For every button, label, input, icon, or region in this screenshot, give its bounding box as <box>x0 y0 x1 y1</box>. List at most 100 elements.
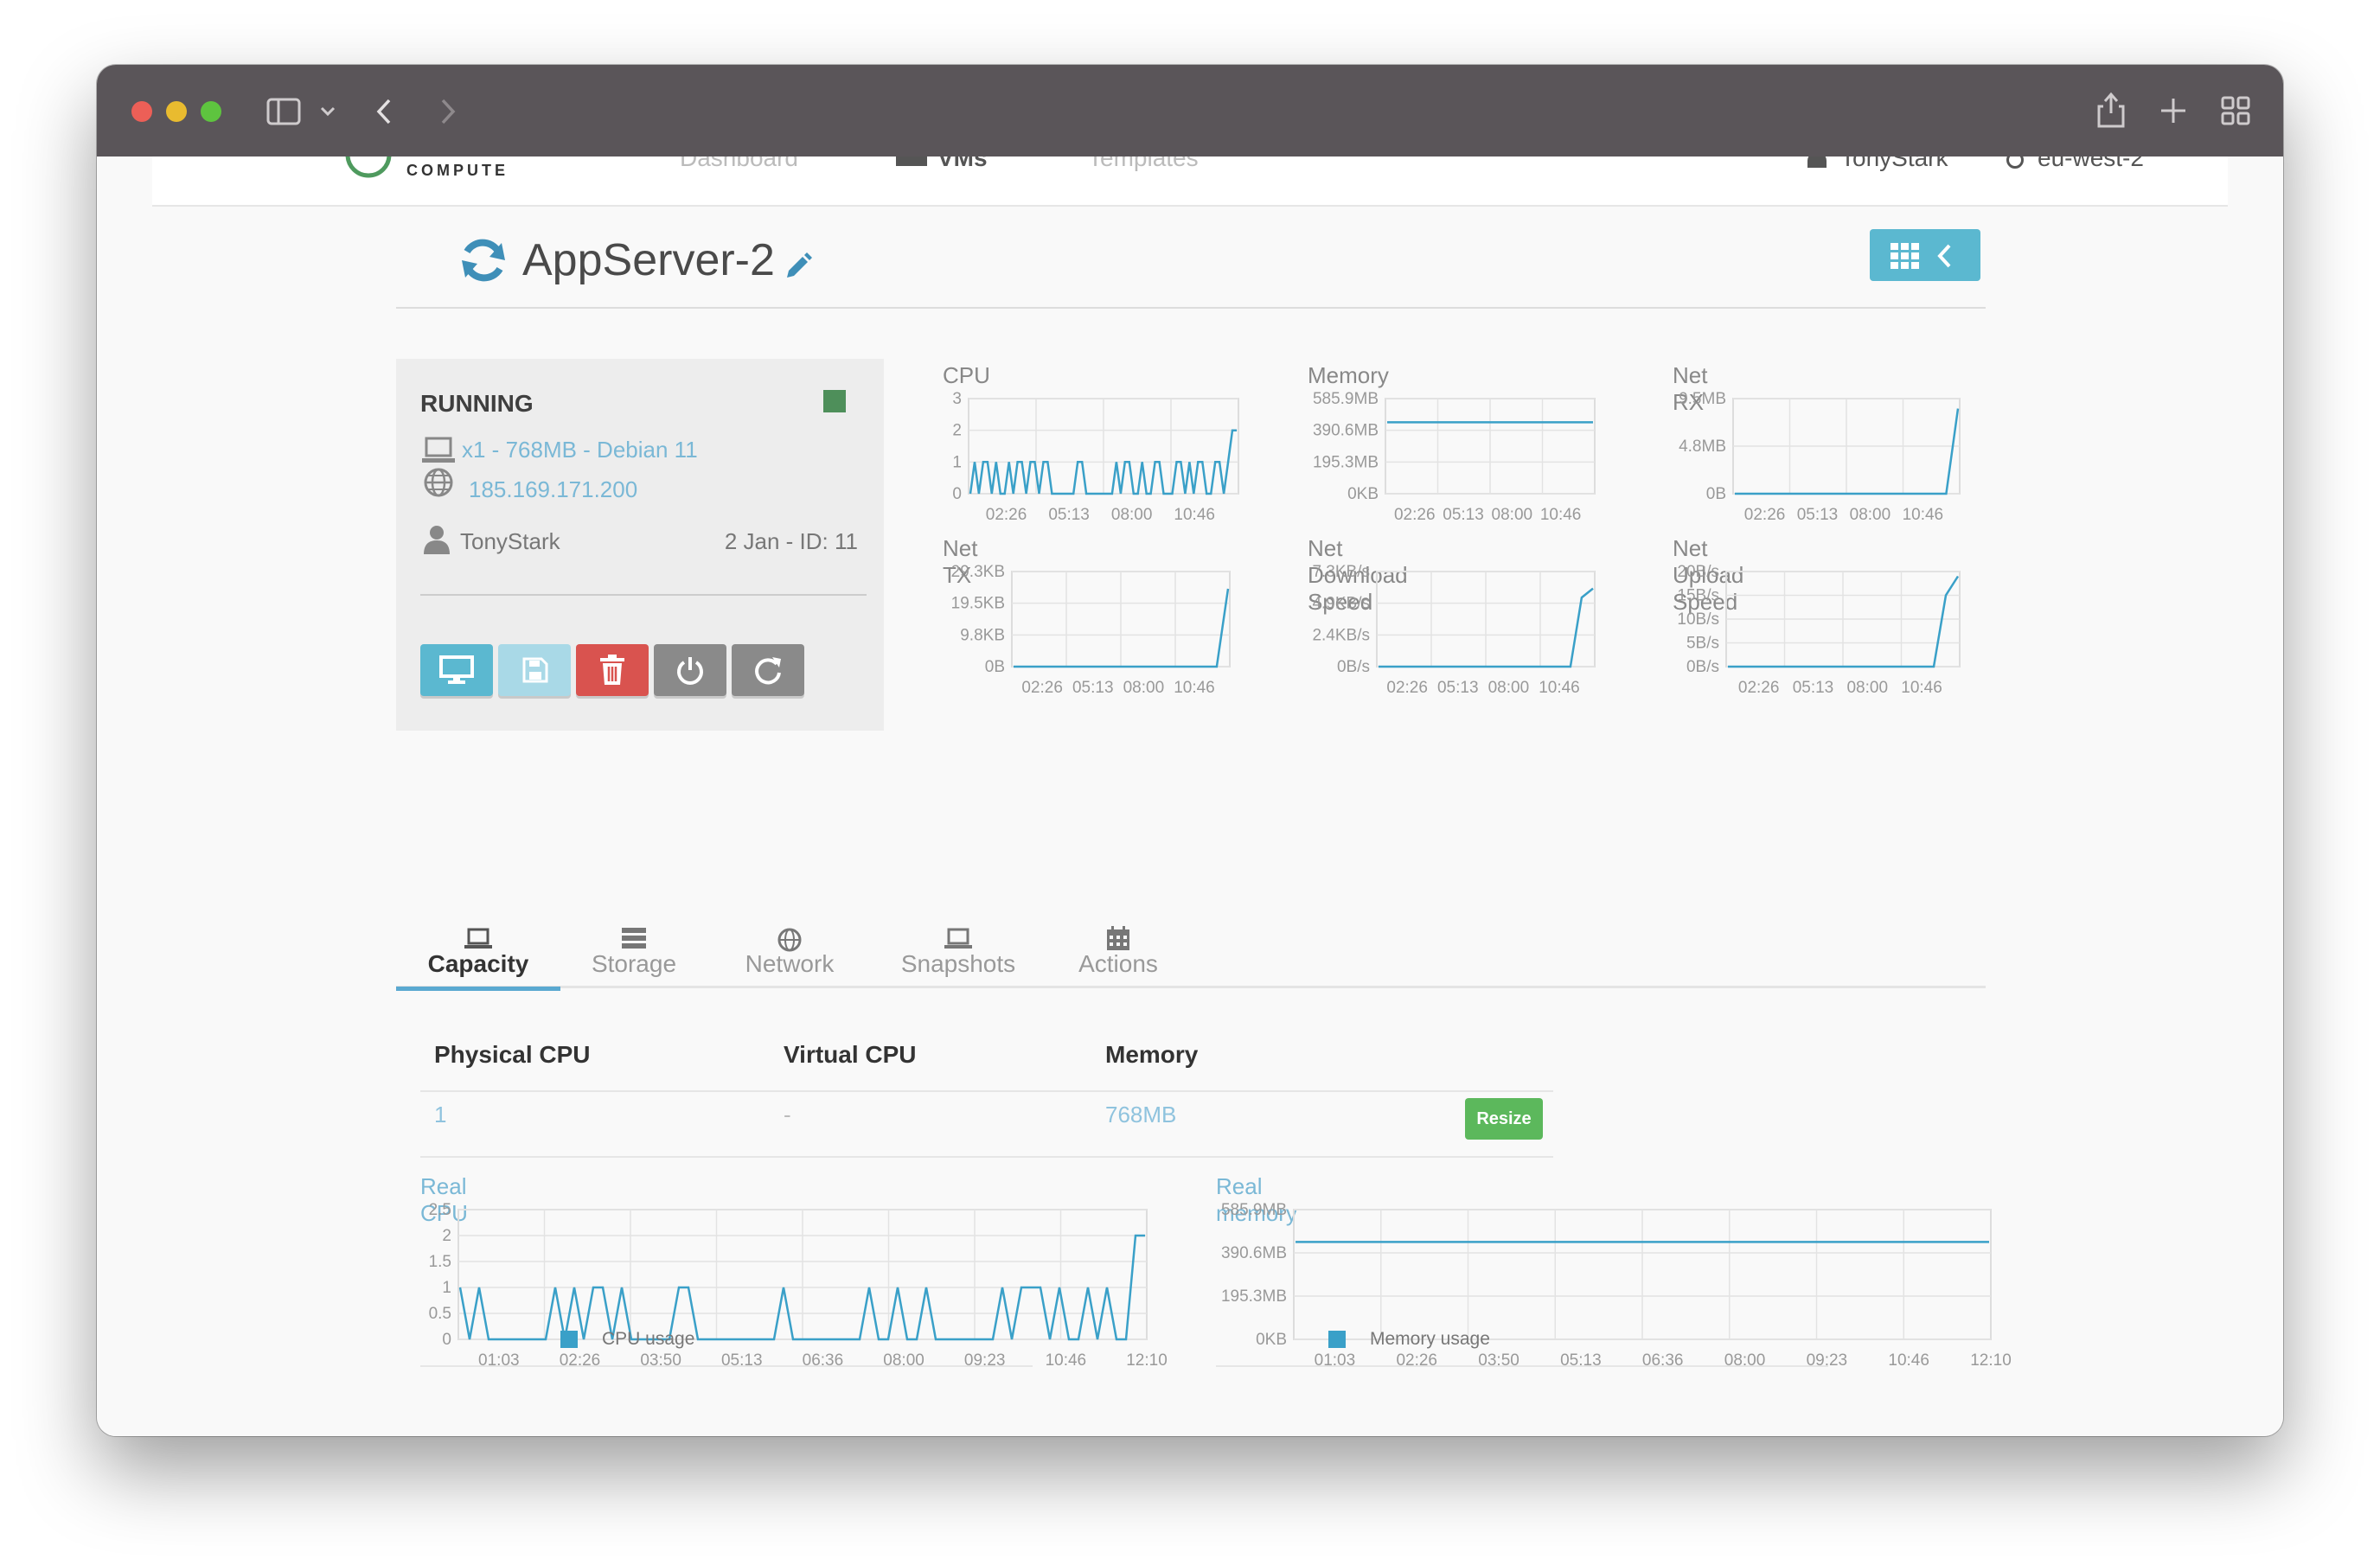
vm-ip-link[interactable]: 185.169.171.200 <box>469 476 637 503</box>
y-tick-label: 195.3MB <box>1313 453 1379 471</box>
y-tick-label: 0B <box>1706 485 1726 503</box>
y-tick-label: 585.9MB <box>1313 390 1379 408</box>
y-tick-label: 0B/s <box>1686 658 1719 676</box>
x-tick-label: 05:13 <box>1437 679 1479 697</box>
browser-titlebar <box>97 65 2283 156</box>
x-tick-label: 10:46 <box>1174 679 1215 697</box>
x-tick-label: 02:26 <box>1394 506 1436 524</box>
forward-icon[interactable] <box>439 98 457 125</box>
zoom-window-button[interactable] <box>201 101 221 122</box>
vm-spec-link[interactable]: x1 - 768MB - Debian 11 <box>462 437 698 463</box>
x-tick-label: 12:10 <box>1970 1351 2012 1370</box>
delete-button[interactable] <box>576 644 649 696</box>
new-tab-icon[interactable] <box>2159 96 2188 125</box>
edit-pencil-icon[interactable] <box>784 250 813 279</box>
refresh-icon <box>755 657 781 685</box>
tab-network[interactable]: Network <box>707 924 872 988</box>
x-tick-label: 10:46 <box>1539 679 1580 697</box>
tab-actions[interactable]: Actions <box>1045 924 1192 988</box>
vm-owner: TonyStark <box>460 528 560 554</box>
netdl-plot: 7.3KB/s 4.9KB/s 2.4KB/s 0B/s 02:26 05:13 08:00… <box>1312 563 1596 697</box>
x-tick-label: 08:00 <box>1123 679 1165 697</box>
storage-icon <box>560 924 707 950</box>
y-tick-label: 585.9MB <box>1221 1201 1287 1219</box>
y-tick-label: 1 <box>442 1279 451 1297</box>
brand-subtitle: COMPUTE <box>406 162 509 179</box>
nav-templates[interactable]: Templates <box>1088 156 1199 172</box>
x-tick-label: 05:13 <box>1793 679 1834 697</box>
snapshot-button[interactable] <box>498 644 571 696</box>
y-tick-label: 20B/s <box>1677 563 1719 581</box>
browser-window: COMPUTE Dashboard VMs Templates TonyStar… <box>97 65 2283 1436</box>
x-tick-label: 10:46 <box>1046 1351 1087 1370</box>
y-tick-label: 0B <box>985 658 1005 676</box>
y-tick-label: 0 <box>952 485 962 503</box>
header-virtual-cpu: Virtual CPU <box>784 1041 917 1068</box>
x-tick-label: 12:10 <box>1126 1351 1168 1370</box>
cpu-plot: 3 2 1 0 02:26 05:13 08:00 10:46 <box>952 390 1239 524</box>
back-icon[interactable] <box>375 98 393 125</box>
minimize-window-button[interactable] <box>166 101 187 122</box>
tab-capacity[interactable]: Capacity <box>396 924 560 991</box>
x-tick-label: 08:00 <box>1492 506 1533 524</box>
console-button[interactable] <box>420 644 493 696</box>
value-physical-cpu: 1 <box>434 1102 447 1127</box>
x-tick-label: 10:46 <box>1888 1351 1929 1370</box>
y-tick-label: 4.9KB/s <box>1312 595 1370 613</box>
resize-button[interactable]: Resize <box>1465 1098 1543 1140</box>
y-tick-label: 2 <box>952 422 962 440</box>
restart-button[interactable] <box>732 644 804 696</box>
x-tick-label: 08:00 <box>1850 506 1891 524</box>
top-navbar: COMPUTE Dashboard VMs Templates TonyStar… <box>152 156 2228 207</box>
nav-user-menu[interactable]: TonyStark <box>1807 156 1948 172</box>
value-memory: 768MB <box>1105 1102 1177 1127</box>
x-tick-label: 02:26 <box>986 506 1027 524</box>
brand-logo-icon <box>345 156 392 178</box>
desktop-icon <box>439 655 474 684</box>
x-tick-label: 08:00 <box>1846 679 1888 697</box>
nav-region-menu[interactable]: eu-west-2 <box>2006 156 2144 172</box>
share-icon[interactable] <box>2096 91 2126 129</box>
memory-plot: 585.9MB 390.6MB 195.3MB 0KB 02:26 05:13 08:00 1… <box>1313 390 1596 524</box>
close-window-button[interactable] <box>131 101 152 122</box>
y-tick-label: 5B/s <box>1686 635 1719 653</box>
y-tick-label: 10B/s <box>1677 610 1719 629</box>
y-tick-label: 7.3KB/s <box>1312 563 1370 581</box>
x-tick-label: 02:26 <box>1386 679 1428 697</box>
y-tick-label: 0.5 <box>429 1305 451 1323</box>
y-tick-label: 29.3KB <box>951 563 1005 581</box>
header-memory: Memory <box>1105 1041 1199 1068</box>
vm-title-bar: AppServer-2 <box>458 234 813 286</box>
real-memory-divider <box>1216 1365 1828 1367</box>
nav-dashboard[interactable]: Dashboard <box>680 156 798 172</box>
y-tick-label: 0KB <box>1347 485 1379 503</box>
legend-swatch <box>1328 1331 1346 1348</box>
y-tick-label: 2.4KB/s <box>1312 626 1370 644</box>
legend-swatch <box>560 1331 578 1348</box>
x-tick-label: 05:13 <box>1797 506 1839 524</box>
nav-vms[interactable]: VMs <box>896 156 988 172</box>
y-tick-label: 1 <box>952 453 962 471</box>
x-tick-label: 05:13 <box>1072 679 1114 697</box>
y-tick-label: 15B/s <box>1677 587 1719 605</box>
vm-created-id: 2 Jan - ID: 11 <box>724 528 858 554</box>
sidebar-icon[interactable] <box>266 98 301 125</box>
tab-storage[interactable]: Storage <box>560 924 707 988</box>
y-tick-label: 2 <box>442 1227 451 1245</box>
header-physical-cpu: Physical CPU <box>434 1041 591 1068</box>
chevron-down-icon[interactable] <box>320 106 336 117</box>
y-tick-label: 0 <box>442 1331 451 1349</box>
x-tick-label: 05:13 <box>1443 506 1484 524</box>
y-tick-label: 0B/s <box>1337 658 1370 676</box>
refresh-status-icon[interactable] <box>458 238 509 283</box>
real-cpu-divider <box>420 1365 1033 1367</box>
trash-icon <box>600 655 624 685</box>
netul-plot: 20B/s 15B/s 10B/s 5B/s 0B/s 02:26 05:13 08:00 10… <box>1677 563 1961 697</box>
tab-overview-icon[interactable] <box>2221 96 2250 125</box>
power-button[interactable] <box>654 644 726 696</box>
tab-snapshots[interactable]: Snapshots <box>872 924 1045 988</box>
y-tick-label: 9.5MB <box>1679 390 1726 408</box>
value-virtual-cpu: - <box>784 1102 791 1127</box>
y-tick-label: 9.8KB <box>960 626 1005 644</box>
vm-list-toggle-button[interactable] <box>1870 229 1980 281</box>
